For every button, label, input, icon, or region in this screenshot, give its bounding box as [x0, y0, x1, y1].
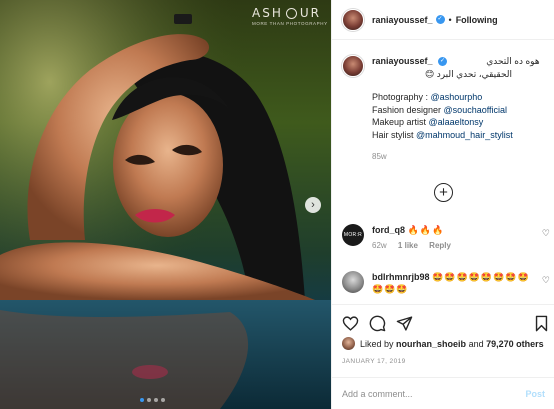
comment-text: 🔥🔥🔥	[407, 225, 445, 235]
caption-credits: Photography : @ashourpho Fashion designe…	[372, 91, 548, 141]
caption-text-line2: الحقيقي، تحدي البرد 😊	[424, 69, 512, 79]
paper-plane-icon[interactable]	[396, 315, 413, 334]
credit-makeup: Makeup artist @alaaeltonsy	[372, 117, 484, 127]
post-date[interactable]: JANUARY 17, 2019	[342, 358, 406, 365]
liker-username[interactable]: nourhan_shoeib	[396, 339, 466, 349]
comment-item: MOR:R ford_q8 🔥🔥🔥 62w 1 like Reply ♡	[342, 224, 550, 252]
post-header: raniayoussef_ ✓ • Following	[332, 0, 554, 40]
caption-username[interactable]: raniayoussef_	[372, 56, 433, 66]
credit-handle-link[interactable]: @ashourpho	[431, 92, 483, 102]
comment-like-count[interactable]: 1 like	[398, 241, 418, 250]
credit-fashion: Fashion designer @souchaofficial	[372, 104, 508, 115]
caption-author-avatar[interactable]	[342, 55, 364, 77]
likes-prefix: Liked by	[360, 338, 394, 349]
commenter-username[interactable]: ford_q8	[372, 225, 405, 235]
verified-badge-icon: ✓	[438, 57, 448, 67]
likes-summary: Liked by nourhan_shoeib and 79,270 other…	[342, 337, 544, 350]
load-more-comments-button[interactable]: +	[434, 183, 453, 202]
comment-icon[interactable]	[369, 315, 386, 334]
commenter-avatar[interactable]	[342, 271, 364, 293]
commenter-username[interactable]: bdlrhmnrjb98	[372, 272, 430, 282]
comment-like-heart-icon[interactable]: ♡	[542, 228, 550, 239]
verified-badge-icon: ✓	[435, 15, 445, 24]
caption-timestamp[interactable]: 85w	[372, 150, 548, 163]
watermark-logo-icon	[285, 7, 297, 19]
credit-handle-link[interactable]: @mahmoud_hair_stylist	[416, 130, 513, 140]
photo-scene	[0, 0, 331, 409]
photographer-watermark: ASH UR MORE THAN PHOTOGRAPHY	[252, 6, 328, 26]
post-actions-bar	[332, 304, 554, 340]
carousel-dot	[154, 398, 158, 402]
credit-handle-link[interactable]: @souchaofficial	[444, 105, 508, 115]
credit-photography: Photography : @ashourpho	[372, 92, 483, 102]
comment-input[interactable]	[342, 388, 526, 399]
comment-reply-button[interactable]: Reply	[429, 241, 451, 250]
comment-timestamp[interactable]: 62w	[372, 241, 387, 250]
watermark-brand-left: ASH	[252, 6, 283, 20]
bookmark-icon[interactable]	[534, 315, 549, 334]
header-separator: •	[448, 14, 452, 25]
likes-middle: and	[468, 338, 484, 349]
carousel-next-button[interactable]: ›	[305, 197, 321, 213]
credit-handle-link[interactable]: @alaaeltonsy	[429, 117, 484, 127]
liker-avatar[interactable]	[342, 337, 355, 350]
comment-like-heart-icon[interactable]: ♡	[542, 275, 550, 286]
add-comment-bar: Post	[332, 377, 554, 409]
carousel-dot	[140, 398, 144, 402]
carousel-indicator	[140, 398, 165, 402]
chevron-right-icon: ›	[311, 198, 315, 211]
likes-count[interactable]: 79,270 others	[486, 339, 544, 349]
watermark-brand-right: UR	[299, 6, 321, 20]
comment-item: bdlrhmnrjb98 🤩🤩🤩🤩🤩🤩🤩🤩🤩🤩🤩 ♡	[342, 271, 550, 295]
caption-text-line1: هوه ده التحدي	[486, 56, 540, 66]
carousel-dot	[161, 398, 165, 402]
commenter-avatar[interactable]: MOR:R	[342, 224, 364, 246]
heart-icon[interactable]	[342, 315, 359, 334]
post-caption: raniayoussef_ ✓ هوه ده التحدي الحقيقي، ت…	[342, 55, 550, 163]
author-avatar[interactable]	[342, 8, 364, 31]
plus-circle-icon: +	[439, 184, 448, 201]
watermark-tagline: MORE THAN PHOTOGRAPHY	[252, 21, 328, 26]
post-comment-button[interactable]: Post	[525, 389, 545, 399]
following-button[interactable]: Following	[456, 15, 498, 25]
post-side-panel: raniayoussef_ ✓ • Following raniayoussef…	[331, 0, 554, 409]
carousel-dot	[147, 398, 151, 402]
post-photo[interactable]: ASH UR MORE THAN PHOTOGRAPHY ›	[0, 0, 331, 409]
author-username[interactable]: raniayoussef_	[372, 15, 433, 25]
credit-hair: Hair stylist @mahmoud_hair_stylist	[372, 129, 513, 140]
